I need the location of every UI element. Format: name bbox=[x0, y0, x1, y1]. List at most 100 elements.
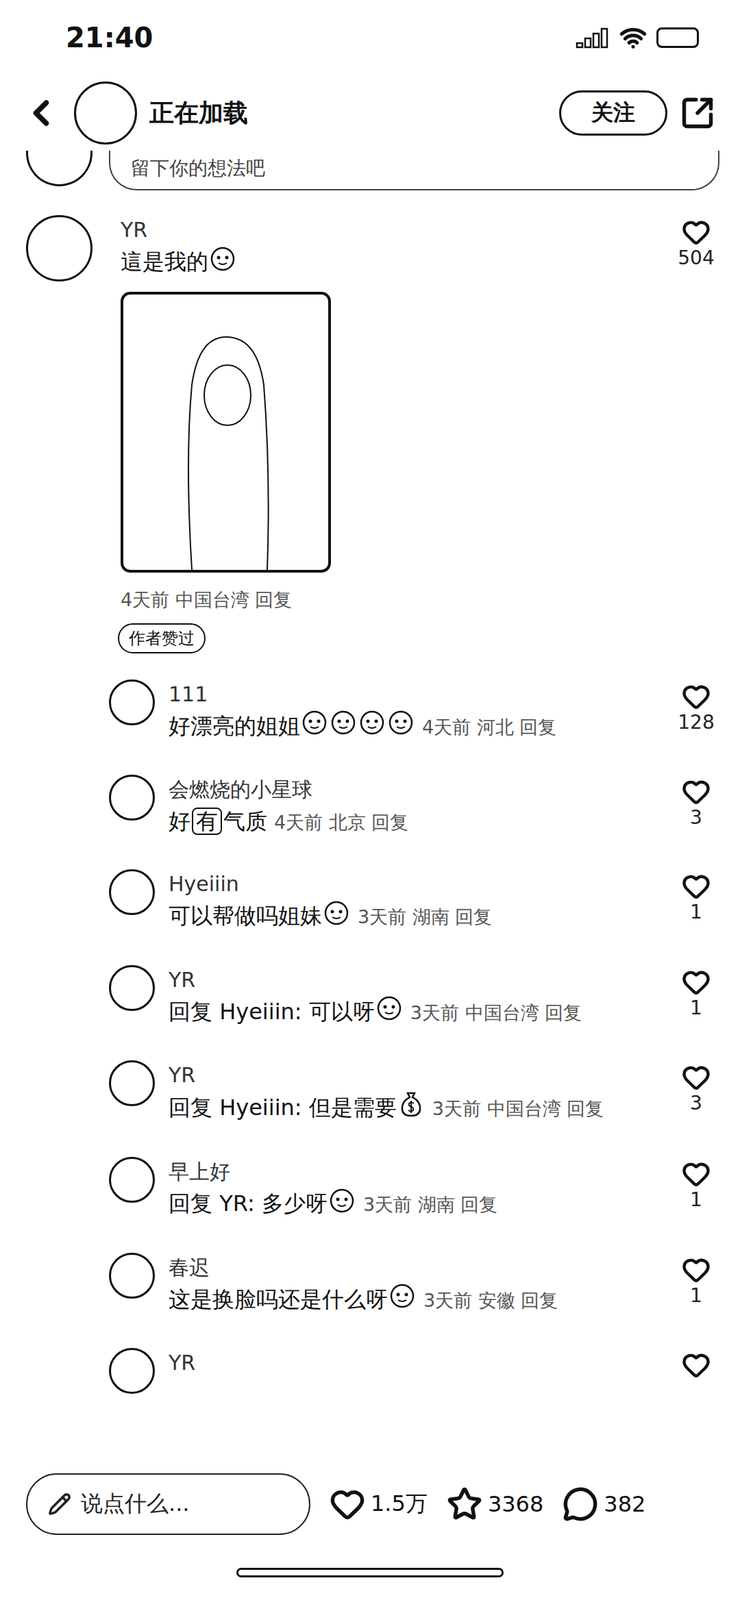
reply-button[interactable]: 回复 bbox=[566, 1098, 604, 1120]
bottom-bar: 说点什么... 1.5万 3368 382 bbox=[0, 1463, 740, 1546]
comment-list: 留下你的想法吧YR這是我的4天前 中国台湾 回复作者赞过504111好漂亮的姐姐… bbox=[0, 150, 740, 1464]
reply-button[interactable]: 回复 bbox=[371, 811, 409, 834]
like-count: 1 bbox=[689, 1284, 703, 1308]
sticker-icon bbox=[328, 1188, 355, 1224]
like-count: 128 bbox=[677, 711, 714, 734]
like-button[interactable]: 128 bbox=[668, 679, 724, 746]
comment-meta: 3天前 湖南 回复 bbox=[363, 1194, 498, 1216]
comment-input[interactable]: 留下你的想法吧 bbox=[108, 150, 720, 191]
heart-icon bbox=[681, 1063, 711, 1093]
comment-text: 回复 Hyeiiin: 但是需要 bbox=[168, 1094, 397, 1121]
reply-row: 早上好回复 YR: 多少呀 3天前 湖南 回复 1 bbox=[108, 1147, 724, 1244]
follow-button[interactable]: 关注 bbox=[559, 90, 668, 136]
replier-avatar[interactable] bbox=[108, 679, 155, 726]
user-avatar bbox=[26, 150, 93, 187]
header-title: 正在加载 bbox=[149, 96, 547, 131]
reply-button[interactable]: 回复 bbox=[454, 906, 492, 928]
reply-list: 111好漂亮的姐姐4天前 河北 回复128会燃烧的小星球好有气质4天前 北京 回… bbox=[0, 653, 740, 1416]
reply-row: YR bbox=[108, 1338, 724, 1415]
reply-row: 111好漂亮的姐姐4天前 河北 回复128 bbox=[108, 670, 724, 767]
reply-button[interactable]: 回复 bbox=[544, 1002, 582, 1024]
like-button[interactable]: 1 bbox=[668, 965, 724, 1032]
reply-row: Hyeiiin 可以帮做吗姐妹 3天前 湖南 回复 1 bbox=[108, 859, 724, 956]
comment-field[interactable]: 说点什么... bbox=[26, 1473, 311, 1536]
share-icon[interactable] bbox=[679, 95, 716, 131]
pencil-icon bbox=[47, 1493, 72, 1517]
sticker-icon bbox=[330, 709, 357, 745]
replier-avatar[interactable] bbox=[108, 965, 155, 1012]
header: 正在加载关注 bbox=[0, 75, 740, 151]
reply-row: 会燃烧的小星球好有气质4天前 北京 回复3 bbox=[108, 765, 724, 860]
comment-meta: 4天前 中国台湾 回复 bbox=[120, 586, 641, 614]
like-button[interactable]: 1 bbox=[668, 1253, 724, 1319]
like-count: 3 bbox=[689, 806, 703, 830]
heart-icon bbox=[681, 217, 711, 247]
replier-avatar[interactable] bbox=[108, 869, 155, 916]
comment-text: 這是我的 bbox=[120, 248, 209, 275]
comment-image[interactable] bbox=[120, 291, 331, 573]
reply-button[interactable]: 回复 bbox=[254, 589, 292, 611]
comment-text: 回复 Hyeiiin: 可以呀 bbox=[168, 999, 375, 1026]
reply-button[interactable]: 回复 bbox=[519, 716, 557, 738]
like-count: 1 bbox=[689, 901, 703, 924]
comment-input-row: 留下你的想法吧 bbox=[0, 150, 740, 191]
star-icon bbox=[446, 1486, 483, 1523]
like-button[interactable]: 3 bbox=[668, 774, 724, 840]
heart-icon bbox=[681, 777, 711, 807]
sticker-icon bbox=[209, 245, 236, 281]
replier-name[interactable]: 春迟 bbox=[168, 1253, 656, 1284]
comment-meta: 3天前 中国台湾 回复 bbox=[432, 1098, 604, 1120]
reply-button[interactable]: 回复 bbox=[520, 1290, 558, 1312]
replier-name[interactable]: 会燃烧的小星球 bbox=[168, 774, 656, 806]
author-avatar[interactable] bbox=[74, 81, 138, 145]
comment-text: 回复 YR: 多少呀 bbox=[168, 1190, 328, 1217]
heart-icon bbox=[681, 1255, 711, 1285]
like-button[interactable]: 1 bbox=[668, 869, 724, 936]
replier-avatar[interactable] bbox=[108, 1060, 155, 1107]
comment-meta: 3天前 湖南 回复 bbox=[357, 906, 492, 928]
sticker-icon bbox=[387, 709, 414, 745]
heart-icon bbox=[681, 1351, 711, 1380]
heart-icon bbox=[681, 1160, 711, 1189]
author-liked-badge: 作者赞过 bbox=[117, 623, 206, 654]
reply-button[interactable]: 回复 bbox=[460, 1194, 498, 1216]
like-button[interactable]: 3 bbox=[668, 1060, 724, 1128]
replier-name[interactable]: YR bbox=[168, 965, 656, 996]
star-stat[interactable]: 3368 bbox=[446, 1486, 544, 1523]
comment-meta: 4天前 河北 回复 bbox=[422, 716, 557, 738]
sticker-icon bbox=[323, 900, 350, 936]
like-stat[interactable]: 1.5万 bbox=[329, 1486, 428, 1523]
like-button[interactable] bbox=[668, 1348, 724, 1395]
comment-stat[interactable]: 382 bbox=[562, 1486, 646, 1523]
replier-name[interactable]: Hyeiiin bbox=[168, 869, 656, 900]
replier-name[interactable]: YR bbox=[168, 1060, 656, 1091]
like-count: 3 bbox=[689, 1092, 703, 1115]
sticker-icon bbox=[301, 709, 328, 745]
like-button[interactable]: 504 bbox=[668, 215, 724, 654]
replier-avatar[interactable] bbox=[108, 1348, 155, 1395]
status-bar: 21:40 bbox=[0, 0, 740, 76]
comment-text: 可以帮做吗姐妹 bbox=[168, 903, 323, 930]
back-icon[interactable] bbox=[20, 92, 62, 134]
reply-row: YR 回复 Hyeiiin: 可以呀 3天前 中国台湾 回复 1 bbox=[108, 955, 724, 1052]
sticker-icon bbox=[389, 1283, 416, 1319]
money-bag-icon bbox=[398, 1090, 425, 1128]
commenter-name[interactable]: YR bbox=[120, 215, 641, 246]
replier-name[interactable]: 111 bbox=[168, 679, 656, 710]
replier-avatar[interactable] bbox=[108, 1253, 155, 1300]
replier-avatar[interactable] bbox=[108, 1157, 155, 1204]
replier-avatar[interactable] bbox=[108, 774, 155, 821]
comment-icon bbox=[562, 1486, 599, 1523]
commenter-avatar[interactable] bbox=[26, 215, 93, 282]
heart-icon bbox=[329, 1486, 366, 1523]
sticker-icon bbox=[359, 709, 386, 745]
comment-text: 气质 bbox=[223, 808, 268, 835]
comment-meta: 4天前 北京 回复 bbox=[274, 811, 409, 834]
replier-name[interactable]: YR bbox=[168, 1348, 656, 1379]
reply-row: 春迟这是换脸吗还是什么呀3天前 安徽 回复1 bbox=[108, 1243, 724, 1340]
sticker-icon bbox=[376, 995, 403, 1031]
comment-meta: 3天前 中国台湾 回复 bbox=[410, 1002, 582, 1024]
replier-name[interactable]: 早上好 bbox=[168, 1157, 656, 1188]
battery-icon bbox=[656, 27, 699, 48]
like-button[interactable]: 1 bbox=[668, 1157, 724, 1224]
